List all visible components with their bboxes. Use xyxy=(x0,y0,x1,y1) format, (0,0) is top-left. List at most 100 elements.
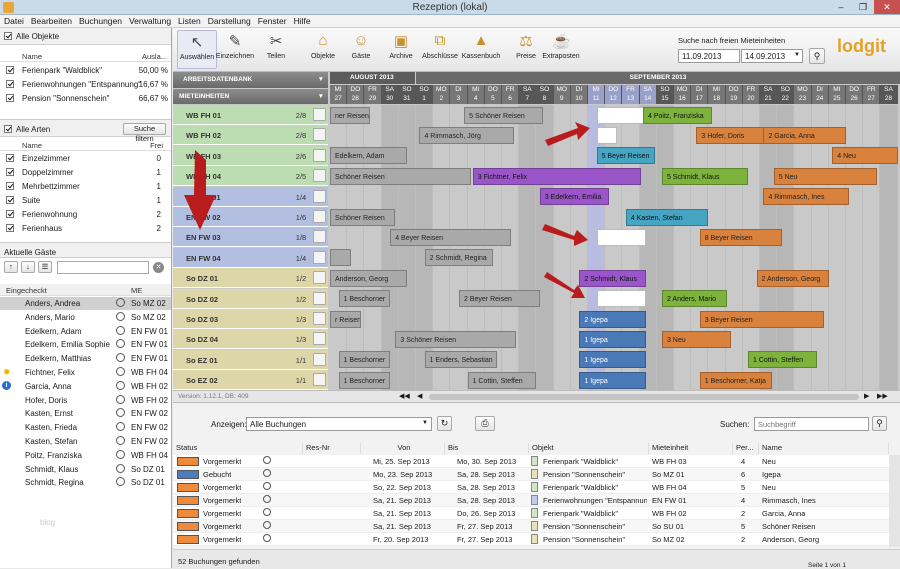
tool-objekte[interactable]: ⌂ Objekte xyxy=(303,30,343,60)
booking-bar[interactable]: 2 Garcia, Anna xyxy=(763,126,846,144)
column-header[interactable]: Res-Nr xyxy=(303,443,361,454)
booking-bar[interactable]: 1 Igepa xyxy=(579,330,647,348)
menu-bearbeiten[interactable]: Bearbeiten xyxy=(27,15,75,26)
unit-settings-icon[interactable] xyxy=(313,373,326,387)
mieteinheiten-header[interactable]: MIETEINHEITEN ▼ xyxy=(173,89,328,104)
guest-detail-icon[interactable] xyxy=(116,408,125,418)
guest-detail-icon[interactable] xyxy=(116,367,125,376)
tool-auswhlen[interactable]: ↖ Auswählen xyxy=(177,30,217,69)
booking-bar[interactable]: 4 Rimmasch, Ines xyxy=(763,188,850,206)
day-header[interactable]: DO 26 xyxy=(846,85,864,104)
column-header[interactable]: Objekt xyxy=(529,443,649,454)
day-header[interactable]: SA 7 xyxy=(519,85,537,104)
guest-search-input[interactable] xyxy=(57,261,149,274)
tool-extraposten[interactable]: ☕ Extraposten xyxy=(541,30,581,60)
day-header[interactable]: DO 28 xyxy=(347,85,365,104)
guest-detail-icon[interactable] xyxy=(116,394,125,404)
guest-item[interactable]: Schmidt, Klaus So DZ 01 xyxy=(0,463,171,476)
guest-checkout-button[interactable]: ↓ xyxy=(21,261,35,273)
booking-bar[interactable] xyxy=(596,228,647,246)
guest-detail-icon[interactable] xyxy=(116,311,125,321)
day-header[interactable]: SO 8 xyxy=(536,85,554,104)
guest-item[interactable]: Kasten, Stefan EN FW 02 xyxy=(0,435,171,448)
day-header[interactable]: SA 14 xyxy=(639,85,657,104)
unit-settings-icon[interactable] xyxy=(313,128,326,142)
guest-item[interactable]: Edelkern, Adam EN FW 01 xyxy=(0,325,171,338)
booking-bar[interactable]: 5 Beyer Reisen xyxy=(596,147,656,165)
unit-row-label[interactable]: EN FW 04 1/4 xyxy=(173,247,328,268)
day-header[interactable]: DI 10 xyxy=(570,85,588,104)
unit-row-label[interactable]: So DZ 03 1/3 xyxy=(173,309,328,329)
booking-bar[interactable]: 4 Poitz, Franziska xyxy=(643,106,712,124)
vertical-scrollbar[interactable] xyxy=(889,455,900,547)
unit-settings-icon[interactable] xyxy=(313,230,326,244)
type-checkbox[interactable] xyxy=(6,168,14,176)
unit-settings-icon[interactable] xyxy=(313,332,326,346)
row-detail-icon[interactable] xyxy=(263,508,271,516)
tool-preise[interactable]: ⚖ Preise xyxy=(506,30,546,60)
booking-bar[interactable]: 4 Beyer Reisen xyxy=(390,228,511,246)
day-header[interactable]: FR 29 xyxy=(364,85,382,104)
object-checkbox[interactable] xyxy=(6,66,14,74)
booking-bar[interactable]: 3 Edelkern, Emilia xyxy=(539,188,609,206)
type-checkbox[interactable] xyxy=(6,196,14,204)
booking-bar[interactable]: 4 Rimmasch, Jörg xyxy=(419,126,515,144)
scroll-left-icon[interactable]: ◀ xyxy=(417,392,422,400)
day-header[interactable]: MI 25 xyxy=(828,85,846,104)
unit-settings-icon[interactable] xyxy=(313,189,326,203)
unit-row-label[interactable]: So EZ 01 1/1 xyxy=(173,349,328,370)
guest-detail-icon[interactable] xyxy=(116,325,125,335)
day-header[interactable]: MI 27 xyxy=(330,85,348,104)
guest-item[interactable]: Anders, Andrea So MZ 02 xyxy=(0,297,171,310)
scroll-end-icon[interactable]: ▶▶ xyxy=(877,392,888,400)
type-item[interactable]: Mehrbettzimmer 1 xyxy=(0,179,171,193)
booking-bar[interactable]: 2 Igepa xyxy=(579,310,647,328)
guest-detail-icon[interactable] xyxy=(116,353,125,363)
day-header[interactable]: FR 13 xyxy=(622,85,640,104)
booking-bar[interactable]: 1 Beschorner xyxy=(338,351,391,369)
row-detail-icon[interactable] xyxy=(263,534,271,542)
booking-bar[interactable]: 5 Schmidt, Klaus xyxy=(661,167,748,185)
table-row[interactable]: Vorgemerkt Fr, 20. Sep 2013 Fr, 27. Sep 20… xyxy=(173,533,889,546)
column-header[interactable]: Name xyxy=(759,443,889,454)
booking-bar[interactable]: 2 Schmidt, Klaus xyxy=(579,269,647,287)
tool-archive[interactable]: ▣ Archive xyxy=(381,30,421,60)
all-objects-checkbox[interactable] xyxy=(4,32,12,40)
booking-bar[interactable]: 1 Cottin, Steffen xyxy=(467,371,537,389)
booking-bar[interactable]: 1 Beschorner, Katja xyxy=(699,371,773,389)
guest-item[interactable]: Schmidt, Regina So DZ 01 xyxy=(0,476,171,489)
booking-bar[interactable]: Anderson, Georg xyxy=(330,269,408,287)
unit-settings-icon[interactable] xyxy=(313,271,326,285)
day-header[interactable]: DI 24 xyxy=(811,85,829,104)
day-header[interactable]: MO 16 xyxy=(674,85,692,104)
menu-verwaltung[interactable]: Verwaltung xyxy=(125,15,174,26)
booking-bar[interactable]: 2 Anderson, Georg xyxy=(756,269,829,287)
object-item[interactable]: Ferienpark "Waldblick" 50,00 % xyxy=(0,63,171,77)
day-header[interactable]: SA 21 xyxy=(760,85,778,104)
tool-gste[interactable]: ☺ Gäste xyxy=(341,30,381,60)
unit-row-label[interactable]: WB FH 03 2/6 xyxy=(173,145,328,166)
booking-bar[interactable]: 1 Igepa xyxy=(579,371,647,389)
object-checkbox[interactable] xyxy=(6,80,14,88)
unit-settings-icon[interactable] xyxy=(313,250,326,264)
booking-bar[interactable]: 8 Beyer Reisen xyxy=(699,228,783,246)
unit-row-label[interactable]: EN FW 02 1/6 xyxy=(173,207,328,227)
day-header[interactable]: MO 23 xyxy=(794,85,812,104)
unit-settings-icon[interactable] xyxy=(313,312,326,325)
booking-bar[interactable]: 3 Fichtner, Felix xyxy=(472,167,642,185)
scroll-right-icon[interactable]: ▶ xyxy=(864,392,869,400)
column-header[interactable]: Von xyxy=(361,443,445,454)
unit-settings-icon[interactable] xyxy=(313,352,326,366)
day-header[interactable]: DO 5 xyxy=(484,85,502,104)
row-detail-icon[interactable] xyxy=(263,495,271,503)
menu-listen[interactable]: Listen xyxy=(174,15,204,26)
column-header[interactable]: Bis xyxy=(445,443,529,454)
guest-item[interactable]: Anders, Mario So MZ 02 xyxy=(0,311,171,324)
type-item[interactable]: Doppelzimmer 1 xyxy=(0,165,171,179)
unit-row-label[interactable]: So DZ 01 1/2 xyxy=(173,268,328,289)
type-checkbox[interactable] xyxy=(6,210,14,218)
minimize-button[interactable]: – xyxy=(830,0,852,14)
booking-bar[interactable]: 3 Neu xyxy=(661,330,731,348)
table-row[interactable]: Gebucht Mo, 23. Sep 2013 Sa, 28. Sep 2013 P… xyxy=(173,468,889,481)
guest-detail-icon[interactable] xyxy=(116,463,125,473)
